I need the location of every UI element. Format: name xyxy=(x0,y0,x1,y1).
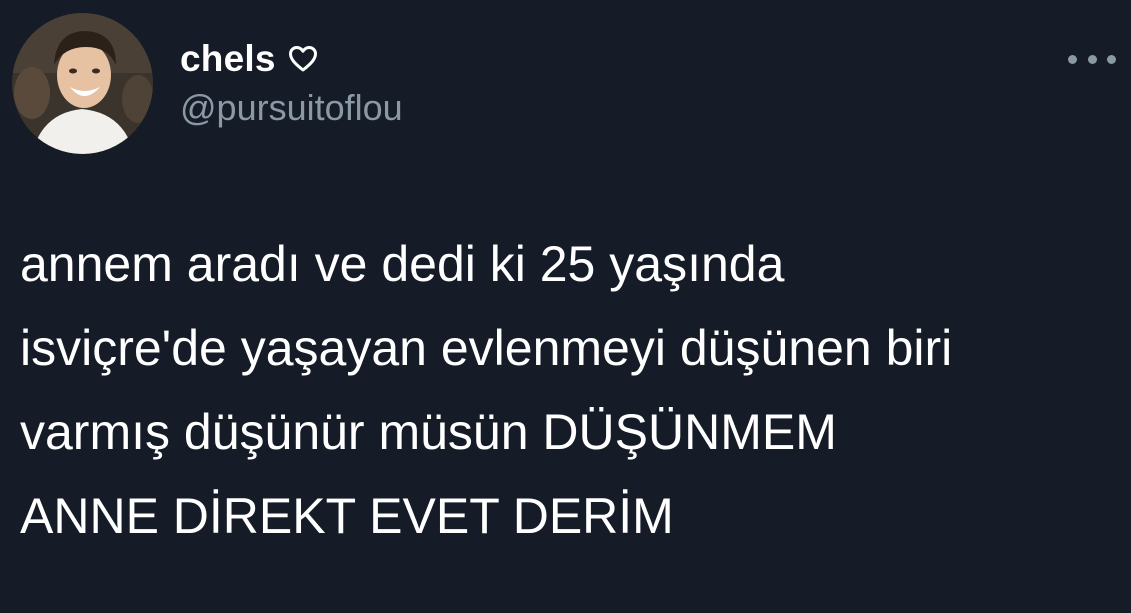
more-dot xyxy=(1068,54,1077,64)
author-name-row[interactable]: chels xyxy=(180,36,318,82)
tweet-text: annem aradı ve dedi ki 25 yaşında isviçr… xyxy=(20,222,1125,558)
tweet-text-line: ANNE DİREKT EVET DERİM xyxy=(20,488,674,544)
heart-outline-icon xyxy=(288,45,318,73)
tweet-text-line: annem aradı ve dedi ki 25 yaşında xyxy=(20,236,785,292)
avatar[interactable] xyxy=(12,13,153,154)
tweet-text-line: varmış düşünür müsün DÜŞÜNMEM xyxy=(20,404,837,460)
more-horizontal-icon[interactable] xyxy=(1068,48,1116,70)
tweet-card: chels @pursuitoflou annem aradı ve dedi … xyxy=(0,0,1131,613)
more-dot xyxy=(1087,54,1097,64)
display-name[interactable]: chels xyxy=(180,38,276,80)
tweet-text-line: isviçre'de yaşayan evlenmeyi düşünen bir… xyxy=(20,320,953,376)
more-dot xyxy=(1107,54,1116,64)
user-handle[interactable]: @pursuitoflou xyxy=(180,87,403,129)
avatar-photo xyxy=(12,13,153,154)
